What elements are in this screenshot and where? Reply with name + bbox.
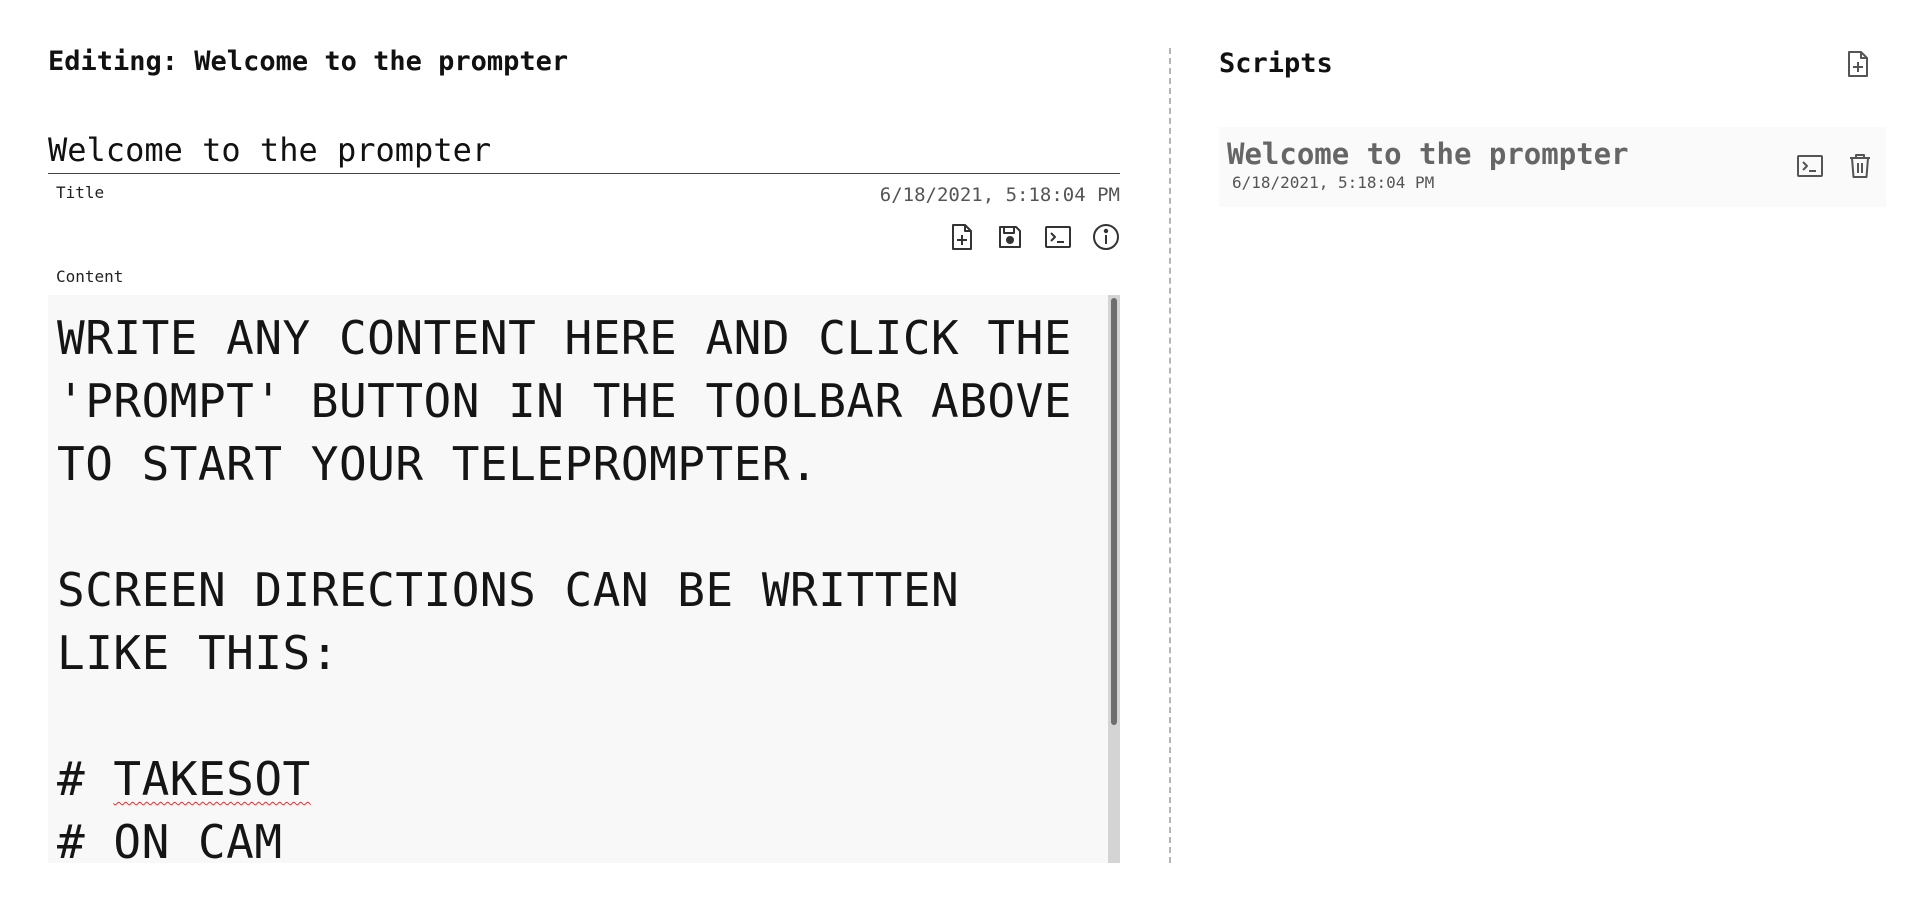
content-line: SCREEN DIRECTIONS CAN BE WRITTEN: [57, 563, 960, 617]
content-textarea[interactable]: WRITE ANY CONTENT HERE AND CLICK THE 'PRO…: [48, 295, 1108, 863]
new-script-button[interactable]: [948, 222, 976, 252]
title-label: Title: [56, 183, 105, 202]
content-line: # TAKESOT: [57, 752, 311, 806]
prompt-button[interactable]: [1044, 222, 1072, 252]
prompt-script-button[interactable]: [1796, 151, 1824, 181]
info-button[interactable]: [1092, 222, 1120, 252]
scripts-pane: Scripts Welcome to the prompter 6/18/202…: [1219, 0, 1886, 863]
save-icon: [999, 226, 1021, 248]
content-line: 'PROMPT' BUTTON IN THE TOOLBAR ABOVE: [57, 374, 1072, 428]
content-line: TO START YOUR TELEPROMPTER.: [57, 437, 819, 491]
editor-pane: Editing: Welcome to the prompter Title 6…: [48, 0, 1120, 863]
content-scrollbar[interactable]: [1108, 295, 1120, 863]
editor-timestamp: 6/18/2021, 5:18:04 PM: [879, 184, 1120, 206]
script-actions: [1796, 151, 1874, 181]
scrollbar-thumb[interactable]: [1111, 298, 1117, 725]
add-script-button[interactable]: [1844, 48, 1872, 80]
info-icon: [1093, 224, 1119, 250]
script-list-item[interactable]: Welcome to the prompter 6/18/2021, 5:18:…: [1219, 127, 1886, 207]
editor-heading: Editing: Welcome to the prompter: [48, 46, 569, 77]
app-root: Editing: Welcome to the prompter Title 6…: [0, 0, 1920, 907]
file-plus-icon: [1848, 51, 1868, 77]
content-line: WRITE ANY CONTENT HERE AND CLICK THE: [57, 311, 1072, 365]
content-editor[interactable]: WRITE ANY CONTENT HERE AND CLICK THE 'PRO…: [48, 295, 1120, 863]
content-line: # ON CAM: [57, 815, 283, 863]
script-name: Welcome to the prompter: [1227, 137, 1629, 171]
scripts-heading: Scripts: [1219, 48, 1333, 79]
pane-divider: [1169, 48, 1171, 863]
terminal-icon: [1797, 155, 1823, 177]
content-line: [57, 685, 1098, 748]
content-line: LIKE THIS:: [57, 626, 339, 680]
spellcheck-error[interactable]: TAKESOT: [113, 752, 310, 806]
save-button[interactable]: [996, 222, 1024, 252]
title-input[interactable]: [48, 126, 1120, 174]
terminal-icon: [1045, 226, 1071, 248]
content-line: [57, 496, 1098, 559]
editor-toolbar: [948, 222, 1120, 252]
content-label: Content: [56, 267, 124, 286]
script-date: 6/18/2021, 5:18:04 PM: [1232, 173, 1435, 192]
trash-icon: [1850, 154, 1870, 178]
file-plus-icon: [952, 224, 972, 250]
delete-script-button[interactable]: [1846, 151, 1874, 181]
